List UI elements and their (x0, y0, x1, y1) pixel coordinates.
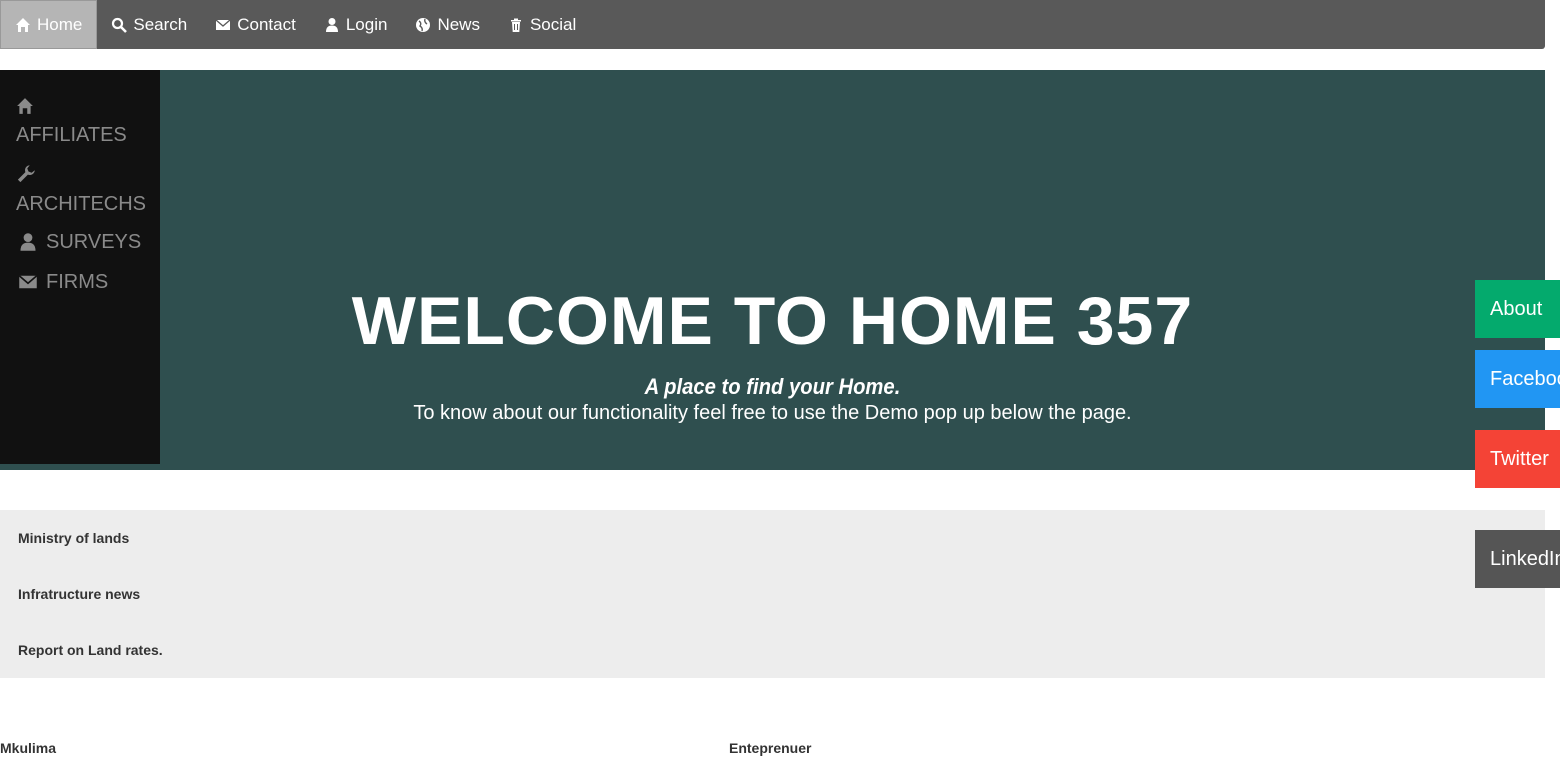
hero-tagline: A place to find your Home. (644, 374, 901, 399)
nav-social[interactable]: Social (494, 0, 590, 49)
wrench-icon (17, 165, 35, 183)
hero-description: To know about our functionality feel fre… (413, 402, 1132, 424)
user-icon (20, 233, 36, 251)
nav-login[interactable]: Login (310, 0, 402, 49)
globe-icon (416, 17, 431, 32)
news-link-ministry[interactable]: Ministry of lands (18, 530, 129, 546)
column-heading-enteprenuer: Enteprenuer (729, 740, 812, 756)
news-panel: Ministry of lands Infratructure news Rep… (0, 510, 1545, 678)
sidebar-item-label: FIRMS (46, 271, 109, 293)
about-button[interactable]: About (1475, 280, 1560, 338)
sidebar-item-label: SURVEYS (46, 231, 142, 253)
user-icon (325, 17, 338, 32)
column-heading-mkulima: Mkulima (0, 740, 57, 756)
nav-search[interactable]: Search (97, 0, 201, 49)
facebook-button[interactable]: Facebook (1475, 350, 1560, 408)
home-icon (17, 98, 33, 114)
nav-contact-label: Contact (237, 14, 296, 34)
sidebar-item-architechs[interactable]: ARCHITECHS (16, 164, 146, 217)
twitter-button[interactable]: Twitter (1475, 430, 1560, 488)
sidebar-item-label: AFFILIATES (16, 124, 127, 146)
nav-news[interactable]: News (401, 0, 494, 49)
sidebar-item-surveys[interactable]: SURVEYS (18, 229, 141, 255)
trash-icon (510, 18, 521, 32)
envelope-icon (215, 19, 231, 30)
nav-login-label: Login (345, 14, 388, 34)
hero-title: WELCOME TO HOME 357 (351, 283, 1194, 359)
envelope-icon (18, 275, 38, 289)
nav-home-label: Home (37, 14, 83, 34)
home-icon (16, 17, 30, 32)
sidebar-item-firms[interactable]: FIRMS (18, 269, 108, 295)
sidebar-item-affiliates[interactable]: AFFILIATES (16, 96, 127, 148)
nav-social-label: Social (529, 14, 577, 34)
top-navbar: Home Search Contact Login News Social (0, 0, 1545, 49)
search-icon (112, 17, 128, 33)
news-link-land-rates[interactable]: Report on Land rates. (18, 642, 163, 658)
nav-contact[interactable]: Contact (201, 0, 310, 49)
nav-search-label: Search (133, 14, 188, 34)
news-link-infrastructure[interactable]: Infratructure news (18, 586, 140, 602)
sidebar-item-label: ARCHITECHS (16, 193, 147, 215)
nav-home[interactable]: Home (0, 0, 98, 49)
sidebar: AFFILIATES ARCHITECHS SURVEYS FIRMS (0, 70, 160, 464)
linkedin-button[interactable]: LinkedIn (1475, 530, 1560, 588)
nav-news-label: News (437, 14, 480, 34)
